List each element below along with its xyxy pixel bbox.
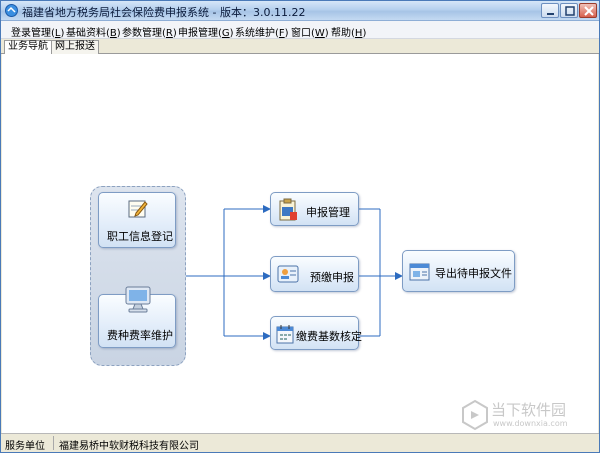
close-button[interactable] (579, 3, 597, 18)
base-verify-label: 缴费基数核定 (296, 330, 362, 343)
menu-system[interactable]: 系统维护(F) (235, 24, 289, 39)
minimize-icon (547, 13, 554, 15)
menu-declare[interactable]: 申报管理(G) (178, 24, 234, 39)
status-bar: 服务单位 福建易桥中软财税科技有限公司 (1, 433, 599, 452)
base-verify-node[interactable]: 缴费基数核定 (270, 316, 362, 350)
menu-window[interactable]: 窗口(W) (291, 24, 329, 39)
app-logo-icon (5, 4, 18, 17)
tab-bar: 业务导航 网上报送 (1, 39, 599, 55)
watermark-url: www.downxia.com (493, 419, 568, 428)
maximize-icon (565, 6, 575, 16)
prepay-declare-label: 预缴申报 (310, 271, 354, 284)
id-card-icon (277, 265, 299, 283)
menu-parameters[interactable]: 参数管理(R) (122, 24, 177, 39)
tab-online-submit[interactable]: 网上报送 (51, 40, 99, 54)
window-title: 福建省地方税务局社会保险费申报系统 - 版本：3.0.11.22 (22, 6, 306, 19)
menu-login[interactable]: 登录管理(L) (11, 24, 64, 39)
watermark: 当下软件园 www.downxia.com (461, 399, 591, 433)
export-file-node[interactable]: 导出待申报文件 (402, 250, 515, 292)
declare-manage-label: 申报管理 (306, 206, 350, 219)
tab-business-nav[interactable]: 业务导航 (4, 40, 52, 55)
title-bar: 福建省地方税务局社会保险费申报系统 - 版本：3.0.11.22 (1, 1, 599, 21)
computer-monitor-icon (125, 286, 151, 313)
watermark-text: 当下软件园 (491, 401, 567, 419)
rate-maintain-node[interactable]: 费种费率维护 (98, 286, 176, 348)
prepay-declare-node[interactable]: 预缴申报 (270, 256, 359, 292)
service-unit-value: 福建易桥中软财税科技有限公司 (59, 441, 199, 452)
menu-help[interactable]: 帮助(H) (331, 24, 366, 39)
close-icon (584, 6, 594, 16)
declare-manage-node[interactable]: 申报管理 (270, 192, 359, 226)
rate-maintain-label: 费种费率维护 (107, 329, 173, 342)
notepad-pencil-icon (128, 200, 148, 218)
status-divider (53, 436, 54, 450)
maximize-button[interactable] (560, 3, 578, 18)
clipboard-document-icon (279, 198, 297, 221)
employee-info-node[interactable]: 职工信息登记 (98, 192, 176, 248)
menu-basic-data[interactable]: 基础资料(B) (66, 24, 121, 39)
export-file-label: 导出待申报文件 (435, 267, 512, 280)
export-window-icon (409, 263, 430, 281)
calendar-icon (276, 325, 294, 344)
workflow-canvas: 职工信息登记 费种费率维护 申报管理 预缴申报 缴费基数核定 导出待申报文件 当… (2, 54, 598, 433)
app-window: 福建省地方税务局社会保险费申报系统 - 版本：3.0.11.22 登录管理(L)… (0, 0, 600, 453)
employee-info-label: 职工信息登记 (107, 230, 173, 243)
service-unit-label: 服务单位 (5, 441, 45, 452)
watermark-logo-icon (462, 399, 488, 431)
minimize-button[interactable] (541, 3, 559, 18)
menu-bar: 登录管理(L) 基础资料(B) 参数管理(R) 申报管理(G) 系统维护(F) … (1, 21, 599, 39)
